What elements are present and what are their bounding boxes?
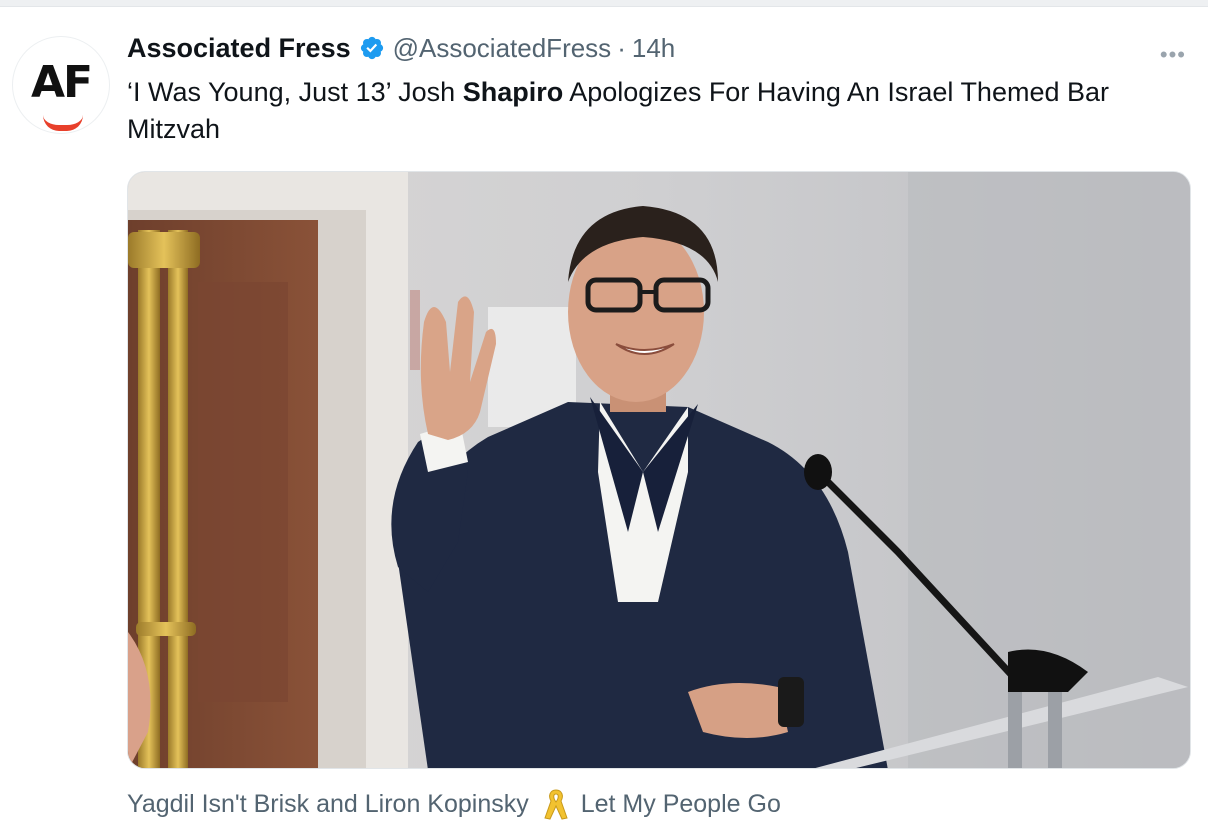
verified-badge-icon <box>360 36 383 60</box>
timestamp[interactable]: 14h <box>632 33 675 64</box>
tweet-footer-caption: Yagdil Isn't Brisk and Liron Kopinsky Le… <box>127 786 781 822</box>
avatar-logo-swoosh <box>43 115 83 131</box>
avatar[interactable]: AF <box>12 36 110 134</box>
more-horizontal-icon[interactable]: ••• <box>1160 42 1186 68</box>
yellow-ribbon-icon <box>544 789 568 820</box>
tweet-photo[interactable] <box>127 171 1191 769</box>
author-display-name[interactable]: Associated Fress <box>127 33 351 64</box>
footer-text-right: Let My People Go <box>580 789 781 818</box>
tweet-text-bold: Shapiro <box>462 77 564 107</box>
author-handle[interactable]: @AssociatedFress <box>393 33 612 64</box>
tweet-card[interactable]: AF Associated Fress @AssociatedFress · 1… <box>0 6 1208 834</box>
tweet-text: ‘I Was Young, Just 13’ Josh Shapiro Apol… <box>127 74 1187 148</box>
tweet-text-prefix: ‘I Was Young, Just 13’ Josh <box>127 77 463 107</box>
footer-text-left: Yagdil Isn't Brisk and Liron Kopinsky <box>127 789 529 818</box>
avatar-logo-text: AF <box>30 56 93 108</box>
meta-separator: · <box>617 32 626 63</box>
tweet-header: Associated Fress @AssociatedFress · 14h <box>127 28 675 68</box>
photo-illustration <box>128 172 1190 768</box>
